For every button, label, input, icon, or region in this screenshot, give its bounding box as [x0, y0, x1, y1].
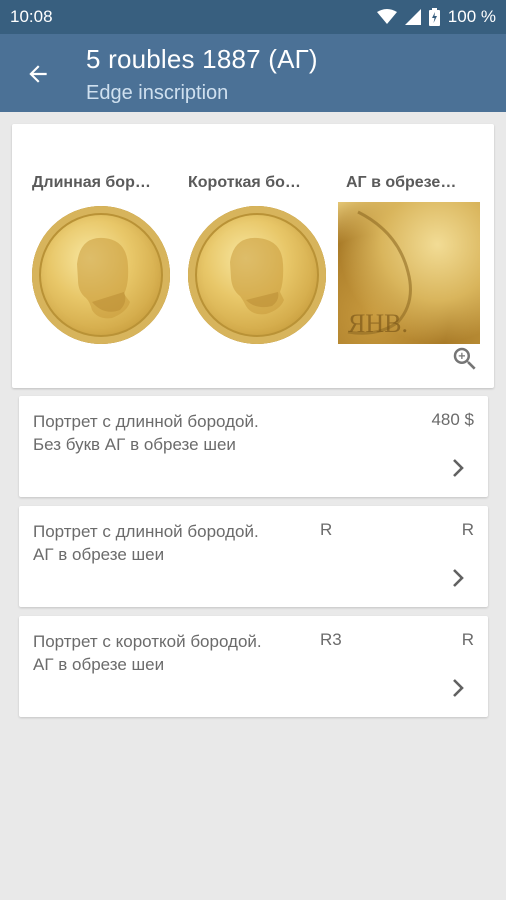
page-title: 5 roubles 1887 (АГ): [86, 44, 318, 74]
battery-icon: [428, 8, 440, 26]
variant-price: 480 $: [431, 410, 474, 429]
gallery-item-long-beard[interactable]: Длинная бор…: [32, 124, 182, 364]
variant-description: Портрет с длинной бородой. АГ в обрезе ш…: [33, 522, 259, 564]
gallery-item-short-beard[interactable]: Короткая бо…: [188, 124, 338, 364]
gallery-label: АГ в обрезе…: [346, 174, 457, 191]
wifi-icon: [376, 9, 397, 24]
arrow-back-icon: [29, 65, 47, 83]
variant-rarity: R3: [320, 630, 342, 649]
signal-icon: [404, 9, 421, 25]
detail-image: ЯНВ.: [338, 202, 480, 344]
variant-description: Портрет с длинной бородой. Без букв АГ в…: [33, 412, 259, 454]
chevron-right-icon: [453, 569, 464, 587]
variant-row[interactable]: Портрет с длинной бородой. Без букв АГ в…: [19, 396, 488, 497]
variant-row[interactable]: Портрет с короткой бородой. АГ в обрезе …: [19, 616, 488, 717]
gallery-label: Длинная бор…: [32, 174, 151, 191]
variant-price: R: [461, 520, 474, 539]
status-time: 10:08: [10, 7, 53, 26]
chevron-right-icon: [453, 679, 464, 697]
status-icons: 100 %: [376, 7, 496, 27]
chevron-right-icon: [453, 459, 464, 477]
back-button[interactable]: [18, 54, 58, 94]
variant-rarity: R: [320, 520, 333, 539]
coin-image: [32, 206, 170, 344]
page-subtitle: Edge inscription: [86, 82, 229, 104]
variant-row[interactable]: Портрет с длинной бородой. АГ в обрезе ш…: [19, 506, 488, 607]
coin-image: [188, 206, 326, 344]
svg-text:ЯНВ.: ЯНВ.: [348, 309, 408, 338]
zoom-in-icon[interactable]: [450, 344, 480, 374]
image-gallery: Длинная бор… Короткая бо… АГ в обрезе… Я…: [12, 124, 494, 388]
status-bar: 10:08 100 %: [0, 0, 506, 34]
gallery-label: Короткая бо…: [188, 174, 301, 191]
battery-percent: 100 %: [447, 7, 496, 26]
variant-description: Портрет с короткой бородой. АГ в обрезе …: [33, 632, 262, 674]
variant-price: R: [461, 630, 474, 649]
app-bar: 5 roubles 1887 (АГ) Edge inscription: [0, 34, 506, 112]
